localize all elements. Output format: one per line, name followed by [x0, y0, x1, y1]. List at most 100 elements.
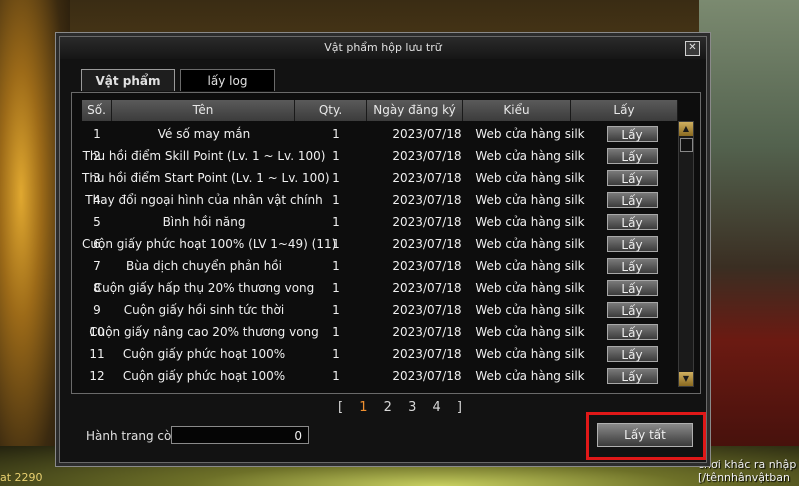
get-button[interactable]: Lấy	[606, 192, 658, 208]
row-cell-action: Lấy	[606, 365, 658, 387]
row-cell-action: Lấy	[606, 123, 658, 145]
row-kind: Web cửa hàng silk	[475, 281, 585, 295]
window-title: Vật phẩm hộp lưu trữ	[60, 37, 706, 59]
background-status-text: at 2290	[0, 471, 43, 484]
chat-line-1: chơi khác ra nhập	[698, 458, 797, 471]
column-header-action: Lấy	[571, 100, 678, 121]
row-item-name: Thu hồi điểm Start Point (Lv. 1 ~ Lv. 10…	[82, 171, 330, 185]
inventory-remaining-value: 0	[171, 426, 309, 444]
row-kind: Web cửa hàng silk	[475, 303, 585, 317]
row-kind: Web cửa hàng silk	[475, 193, 585, 207]
row-qty: 1	[332, 347, 340, 361]
table-row: 1 Vé số may mắn 1 2023/07/18 Web cửa hàn…	[82, 123, 682, 145]
scroll-down-arrow-icon[interactable]: ▼	[679, 372, 693, 386]
row-kind: Web cửa hàng silk	[475, 237, 585, 251]
row-item-name: Thu hồi điểm Skill Point (Lv. 1 ~ Lv. 10…	[82, 149, 326, 163]
row-item-name: Thay đổi ngoại hình của nhân vật chính	[85, 193, 323, 207]
background-scene-right	[699, 0, 799, 486]
get-button[interactable]: Lấy	[606, 126, 658, 142]
table-row: 12 Cuộn giấy phức hoạt 100% 1 2023/07/18…	[82, 365, 682, 387]
table-row: 5 Bình hồi năng 1 2023/07/18 Web cửa hàn…	[82, 211, 682, 233]
row-cell-action: Lấy	[606, 145, 658, 167]
get-button[interactable]: Lấy	[606, 324, 658, 340]
get-button[interactable]: Lấy	[606, 346, 658, 362]
row-qty: 1	[332, 369, 340, 383]
close-icon[interactable]: ✕	[685, 41, 700, 56]
row-cell-action: Lấy	[606, 277, 658, 299]
row-item-name: Bùa dịch chuyển phản hồi	[126, 259, 282, 273]
row-cell-action: Lấy	[606, 255, 658, 277]
get-button[interactable]: Lấy	[606, 368, 658, 384]
column-header-kind: Kiểu	[463, 100, 571, 121]
row-kind: Web cửa hàng silk	[475, 215, 585, 229]
table-row: 9 Cuộn giấy hồi sinh tức thời 1 2023/07/…	[82, 299, 682, 321]
row-kind: Web cửa hàng silk	[475, 347, 585, 361]
row-qty: 1	[332, 171, 340, 185]
column-header-name: Tên	[112, 100, 295, 121]
row-cell-action: Lấy	[606, 189, 658, 211]
row-item-name: Cuộn giấy phức hoạt 100% (LV 1~49) (11)	[82, 237, 337, 251]
table-row: 11 Cuộn giấy phức hoạt 100% 1 2023/07/18…	[82, 343, 682, 365]
row-item-name: Cuộn giấy nâng cao 20% thương vong	[89, 325, 319, 339]
row-qty: 1	[332, 303, 340, 317]
table-row: 6 Cuộn giấy phức hoạt 100% (LV 1~49) (11…	[82, 233, 682, 255]
get-button[interactable]: Lấy	[606, 148, 658, 164]
row-cell-action: Lấy	[606, 167, 658, 189]
pagination-open-bracket: [	[338, 400, 350, 415]
row-qty: 1	[332, 215, 340, 229]
row-kind: Web cửa hàng silk	[475, 325, 585, 339]
table-row: 8 Cuộn giấy hấp thụ 20% thương vong 1 20…	[82, 277, 682, 299]
highlight-annotation	[586, 412, 706, 460]
row-cell-action: Lấy	[606, 299, 658, 321]
background-chat-text: chơi khác ra nhập [/tênnhânvậtban	[698, 458, 799, 484]
get-button[interactable]: Lấy	[606, 170, 658, 186]
row-item-name: Cuộn giấy hấp thụ 20% thương vong	[93, 281, 315, 295]
row-kind: Web cửa hàng silk	[475, 259, 585, 273]
pagination: [ 1 2 3 4 ]	[338, 400, 468, 415]
row-cell-action: Lấy	[606, 211, 658, 233]
row-cell-action: Lấy	[606, 343, 658, 365]
pagination-close-bracket: ]	[456, 400, 468, 415]
row-qty: 1	[332, 127, 340, 141]
row-item-name: Cuộn giấy phức hoạt 100%	[122, 369, 286, 383]
row-item-name: Cuộn giấy phức hoạt 100%	[122, 347, 286, 361]
page-link-1[interactable]: 1	[359, 400, 373, 415]
row-cell-action: Lấy	[606, 321, 658, 343]
scroll-up-arrow-icon[interactable]: ▲	[679, 122, 693, 136]
table-row: 7 Bùa dịch chuyển phản hồi 1 2023/07/18 …	[82, 255, 682, 277]
get-button[interactable]: Lấy	[606, 236, 658, 252]
row-kind: Web cửa hàng silk	[475, 127, 585, 141]
page-link-4[interactable]: 4	[432, 400, 446, 415]
table-row: 10 Cuộn giấy nâng cao 20% thương vong 1 …	[82, 321, 682, 343]
row-qty: 1	[332, 237, 340, 251]
row-qty: 1	[332, 325, 340, 339]
get-button[interactable]: Lấy	[606, 214, 658, 230]
tab-items[interactable]: Vật phẩm	[81, 69, 175, 91]
list-scrollbar[interactable]: ▲ ▼	[678, 121, 694, 387]
row-kind: Web cửa hàng silk	[475, 171, 585, 185]
get-button[interactable]: Lấy	[606, 302, 658, 318]
column-header-qty: Qty.	[295, 100, 367, 121]
scroll-thumb[interactable]	[680, 138, 693, 152]
row-qty: 1	[332, 281, 340, 295]
row-kind: Web cửa hàng silk	[475, 369, 585, 383]
chat-line-2: [/tênnhânvậtban	[698, 471, 790, 484]
get-button[interactable]: Lấy	[606, 258, 658, 274]
table-row: 4 Thay đổi ngoại hình của nhân vật chính…	[82, 189, 682, 211]
tab-log[interactable]: lấy log	[180, 69, 275, 91]
table-row: 3 Thu hồi điểm Start Point (Lv. 1 ~ Lv. …	[82, 167, 682, 189]
row-qty: 1	[332, 149, 340, 163]
table-row: 2 Thu hồi điểm Skill Point (Lv. 1 ~ Lv. …	[82, 145, 682, 167]
storage-box-window: Vật phẩm hộp lưu trữ ✕ Vật phẩm lấy log …	[55, 32, 711, 467]
row-qty: 1	[332, 259, 340, 273]
page-link-3[interactable]: 3	[408, 400, 422, 415]
item-list-panel: Số. Tên Qty. Ngày đăng ký Kiểu Lấy 1 Vé …	[71, 92, 701, 394]
row-item-name: Vé số may mắn	[157, 127, 251, 141]
row-cell-action: Lấy	[606, 233, 658, 255]
row-item-name: Bình hồi năng	[162, 215, 246, 229]
row-item-name: Cuộn giấy hồi sinh tức thời	[123, 303, 285, 317]
row-qty: 1	[332, 193, 340, 207]
column-header-date: Ngày đăng ký	[367, 100, 463, 121]
get-button[interactable]: Lấy	[606, 280, 658, 296]
page-link-2[interactable]: 2	[384, 400, 398, 415]
